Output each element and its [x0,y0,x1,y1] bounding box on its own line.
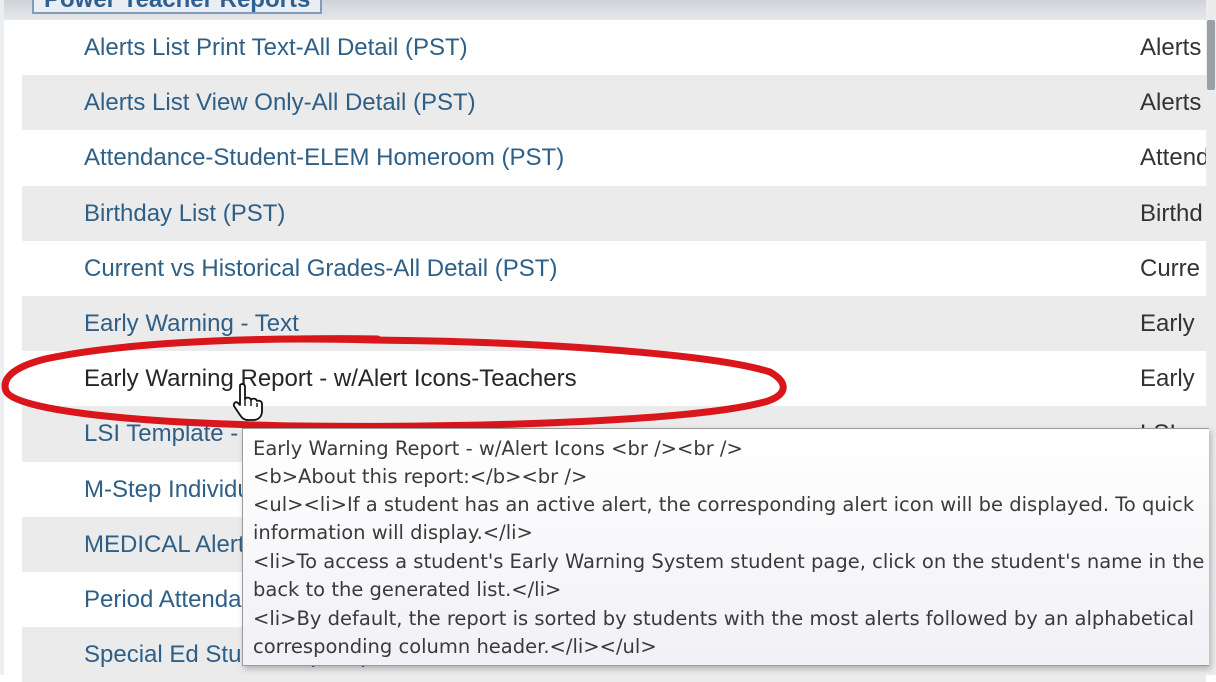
hand-pointer-icon [232,383,263,421]
tooltip-line: <ul><li>If a student has an active alert… [253,493,1195,516]
report-category: Early [1140,365,1195,393]
report-category: Alerts [1140,89,1202,117]
scrollbar-thumb[interactable] [1207,20,1215,90]
tooltip-line: <b>About this report:</b><br /> [253,465,588,488]
report-row[interactable]: Early Warning - Text Early [22,295,1206,352]
report-row[interactable]: Alerts List View Only-All Detail (PST) A… [22,75,1206,131]
report-link[interactable]: Current vs Historical Grades-All Detail … [84,241,557,296]
report-link[interactable]: Early Warning - Text [84,296,299,351]
tooltip-line: back to the generated list.</li> [253,578,562,601]
section-header: Power Teacher Reports [32,0,323,14]
tooltip-line: Early Warning Report - w/Alert Icons <br… [253,437,743,460]
report-link[interactable]: Birthday List (PST) [84,186,285,241]
left-border [0,0,4,675]
report-category: Birthd [1140,199,1203,227]
report-category: Curre [1140,254,1201,282]
report-row[interactable]: Attendance-Student-ELEM Homeroom (PST) A… [22,130,1210,186]
tooltip-line: information will display.</li> [253,521,533,544]
report-link[interactable]: Early Warning Report - w/Alert Icons-Tea… [84,351,577,406]
report-row[interactable]: Current vs Historical Grades-All Detail … [22,240,1206,296]
report-row-highlighted[interactable]: Early Warning Report - w/Alert Icons-Tea… [22,351,1206,407]
report-link[interactable]: Alerts List View Only-All Detail (PST) [84,75,476,130]
report-category: Alerts [1140,34,1202,61]
tooltip-line: <li>By default, the report is sorted by … [253,607,1195,630]
tooltip-line: <li>To access a student's Early Warning … [253,550,1205,573]
tooltip-line: corresponding column header.</li></ul> [253,635,657,658]
report-category: Early [1140,309,1195,337]
report-row[interactable]: Alerts List Print Text-All Detail (PST) … [22,20,1206,76]
report-row[interactable]: Birthday List (PST) Birthd [22,185,1206,241]
report-link[interactable]: Attendance-Student-ELEM Homeroom (PST) [84,130,564,185]
report-link[interactable]: MEDICAL Alerts [84,517,257,572]
report-category: Attend [1140,144,1210,172]
report-description-tooltip: Early Warning Report - w/Alert Icons <br… [242,428,1209,666]
report-link[interactable]: Alerts List Print Text-All Detail (PST) [84,20,468,75]
